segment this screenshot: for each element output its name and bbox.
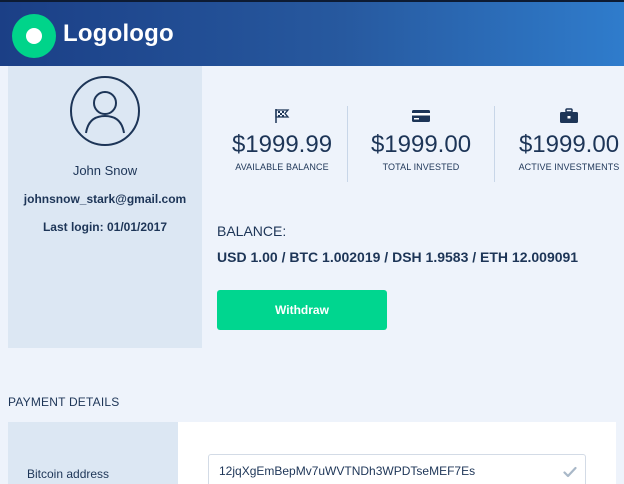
stat-available-balance: $1999.99 AVAILABLE BALANCE [217, 108, 347, 172]
available-balance-amount: $1999.99 [231, 131, 333, 158]
stat-divider [494, 106, 495, 182]
check-icon [563, 466, 577, 478]
withdraw-button[interactable]: Withdraw [217, 290, 387, 330]
active-investments-amount: $1999.00 [518, 131, 620, 158]
logo-icon[interactable] [12, 14, 56, 58]
bitcoin-address-label: Bitcoin address [27, 467, 110, 481]
profile-panel: John Snow johnsnow_stark@gmail.com Last … [8, 66, 202, 348]
credit-card-icon [412, 110, 430, 122]
balance-values: USD 1.00 / BTC 1.002019 / DSH 1.9583 / E… [217, 249, 579, 265]
payment-details-title: PAYMENT DETAILS [8, 395, 120, 409]
user-email: johnsnow_stark@gmail.com [23, 192, 187, 206]
stat-divider [347, 106, 348, 182]
available-balance-label: AVAILABLE BALANCE [235, 162, 329, 172]
logo-text[interactable]: Logologo [63, 20, 174, 48]
app-header: Logologo [0, 0, 624, 66]
balance-title: BALANCE: [217, 223, 287, 239]
payment-details-card: Bitcoin address 12jqXgEmBepMv7uWVTNDh3WP… [8, 422, 616, 484]
active-investments-label: ACTIVE INVESTMENTS [518, 162, 620, 172]
stat-total-invested: $1999.00 TOTAL INVESTED [356, 108, 486, 172]
total-invested-label: TOTAL INVESTED [382, 162, 460, 172]
total-invested-amount: $1999.00 [370, 131, 472, 158]
payment-label-column: Bitcoin address [8, 422, 178, 484]
stat-active-investments: $1999.00 ACTIVE INVESTMENTS [504, 108, 624, 172]
bitcoin-address-field[interactable]: 12jqXgEmBepMv7uWVTNDh3WPDTseMEF7Es [208, 454, 586, 484]
user-icon [70, 76, 140, 146]
user-name: John Snow [72, 163, 138, 178]
last-login: Last login: 01/01/2017 [42, 220, 168, 234]
flag-icon [275, 109, 290, 123]
briefcase-icon [560, 108, 578, 123]
